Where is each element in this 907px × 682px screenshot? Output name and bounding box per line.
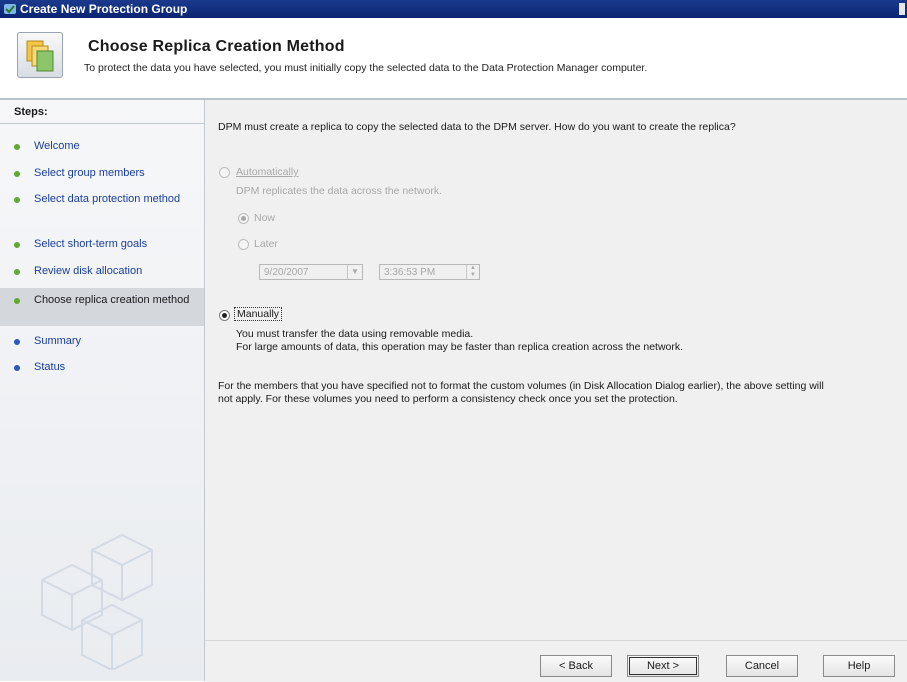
back-button[interactable]: < Back: [540, 655, 612, 677]
date-value: 9/20/2007: [264, 267, 309, 278]
spinner-icon[interactable]: ▲ ▼: [466, 265, 479, 279]
step-label: Welcome: [34, 140, 80, 152]
time-value: 3:36:53 PM: [384, 267, 436, 278]
wizard-footer: < Back Next > Cancel Help: [205, 640, 907, 682]
step-label: Select short-term goals: [34, 238, 148, 250]
manually-radio[interactable]: [219, 310, 230, 321]
page-subtitle: To protect the data you have selected, y…: [84, 62, 648, 74]
cubes-watermark-icon: [41, 533, 153, 670]
step-choose-replica-creation-method[interactable]: Choose replica creation method: [0, 288, 204, 326]
automatically-label: Automatically: [236, 166, 299, 178]
later-label: Later: [254, 238, 278, 250]
step-label: Select group members: [34, 167, 145, 179]
step-complete-icon: [14, 144, 20, 150]
manually-description-line2: For large amounts of data, this operatio…: [236, 341, 684, 353]
protection-group-icon: [4, 4, 16, 14]
step-label: Choose replica creation method: [34, 294, 190, 306]
step-welcome[interactable]: Welcome: [0, 140, 204, 153]
page-title: Choose Replica Creation Method: [88, 38, 345, 55]
step-select-group-members[interactable]: Select group members: [0, 167, 204, 180]
time-picker[interactable]: 3:36:53 PM ▲ ▼: [379, 264, 480, 280]
step-status[interactable]: Status: [0, 361, 204, 374]
step-label: Review disk allocation: [34, 265, 143, 277]
step-select-short-term-goals[interactable]: Select short-term goals: [0, 238, 204, 251]
step-complete-icon: [14, 269, 20, 275]
step-label: Status: [34, 361, 66, 373]
step-summary[interactable]: Summary: [0, 335, 204, 348]
close-icon[interactable]: [899, 3, 905, 15]
custom-volumes-note: For the members that you have specified …: [218, 380, 824, 405]
step-pending-icon: [14, 365, 20, 371]
help-button[interactable]: Help: [823, 655, 895, 677]
step-complete-icon: [14, 171, 20, 177]
step-label: Select data protection method: [34, 193, 181, 205]
steps-title: Steps:: [0, 106, 204, 124]
step-select-data-protection-method[interactable]: Select data protection method: [0, 193, 204, 206]
step-label: Summary: [34, 335, 82, 347]
manually-description-line1: You must transfer the data using removab…: [236, 328, 474, 340]
replica-icon: [17, 32, 63, 78]
step-complete-icon: [14, 242, 20, 248]
steps-sidebar: Steps: Welcome Select group members Sele…: [0, 100, 205, 681]
now-label: Now: [254, 212, 276, 224]
step-current-icon: [14, 298, 20, 304]
replica-question: DPM must create a replica to copy the se…: [218, 121, 736, 133]
now-radio[interactable]: [238, 213, 249, 224]
automatically-radio[interactable]: [219, 167, 230, 178]
date-picker[interactable]: 9/20/2007 ▼: [259, 264, 363, 280]
window-title: Create New Protection Group: [20, 2, 188, 16]
step-complete-icon: [14, 197, 20, 203]
automatically-description: DPM replicates the data across the netwo…: [236, 185, 443, 197]
later-radio[interactable]: [238, 239, 249, 250]
next-button[interactable]: Next >: [627, 655, 699, 677]
cancel-button[interactable]: Cancel: [726, 655, 798, 677]
manually-label: Manually: [233, 307, 283, 321]
chevron-down-icon[interactable]: ▼: [347, 265, 362, 279]
step-review-disk-allocation[interactable]: Review disk allocation: [0, 265, 204, 278]
step-pending-icon: [14, 339, 20, 345]
main-panel: DPM must create a replica to copy the se…: [205, 100, 907, 640]
wizard-header: Choose Replica Creation Method To protec…: [0, 18, 907, 98]
title-bar: Create New Protection Group: [0, 0, 907, 18]
